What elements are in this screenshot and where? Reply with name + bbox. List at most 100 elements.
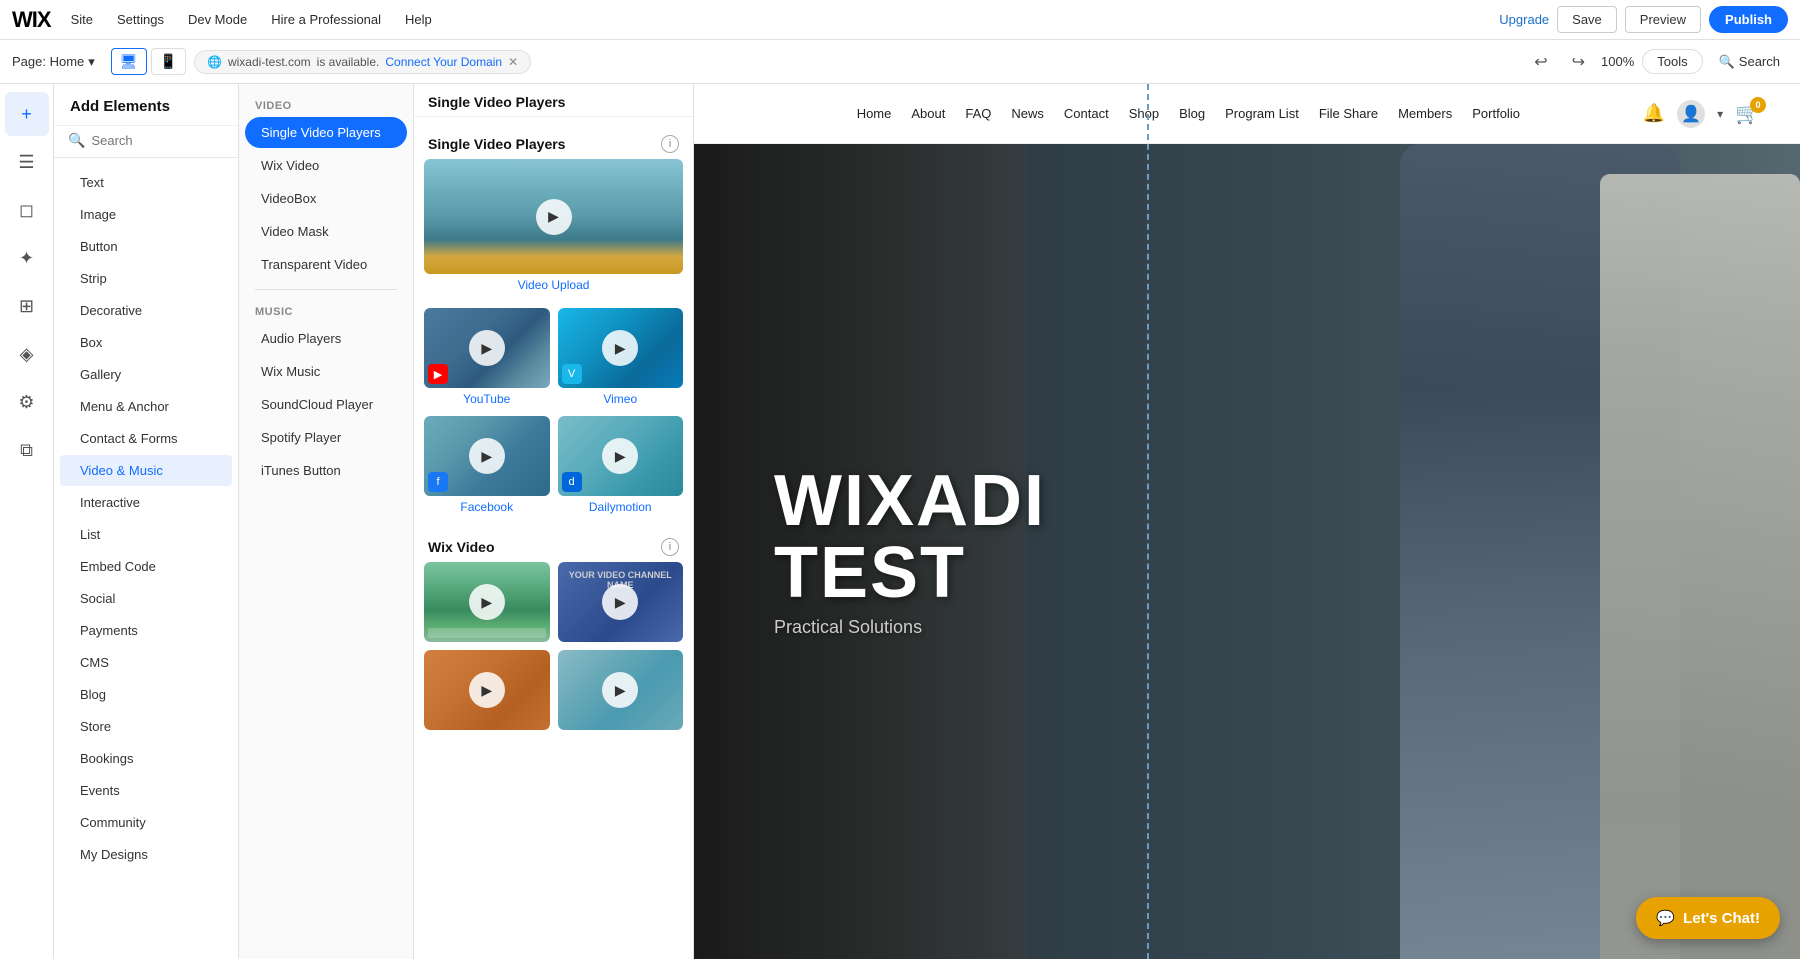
sub-item-wix-video[interactable]: Wix Video	[245, 150, 407, 181]
tools-label: Tools	[1657, 54, 1687, 69]
sidebar-item-layers[interactable]: ⧉	[5, 428, 49, 472]
nav-news[interactable]: News	[1011, 106, 1044, 121]
notification-bell-icon[interactable]: 🔔	[1643, 103, 1665, 124]
search-input[interactable]	[91, 133, 239, 148]
element-item-embed-code[interactable]: Embed Code	[60, 551, 232, 582]
element-item-store[interactable]: Store	[60, 711, 232, 742]
nav-contact[interactable]: Contact	[1064, 106, 1109, 121]
publish-button[interactable]: Publish	[1709, 6, 1788, 33]
wix-video-thumb-4: ▶	[558, 650, 684, 730]
hero-people-area	[1026, 144, 1800, 959]
preview-button[interactable]: Preview	[1625, 6, 1701, 33]
sidebar-item-add-elements[interactable]: +	[5, 92, 49, 136]
nav-about[interactable]: About	[911, 106, 945, 121]
info-icon[interactable]: i	[661, 135, 679, 153]
search-button[interactable]: 🔍 Search	[1711, 50, 1788, 74]
search-icon: 🔍	[68, 132, 85, 149]
sidebar-item-apps[interactable]: ⊞	[5, 284, 49, 328]
redo-button[interactable]: ↪	[1564, 48, 1593, 76]
nav-faq[interactable]: FAQ	[965, 106, 991, 121]
play-icon: ▶	[469, 584, 505, 620]
element-item-image[interactable]: Image	[60, 199, 232, 230]
wix-video-info-icon[interactable]: i	[661, 538, 679, 556]
sub-item-audio-players[interactable]: Audio Players	[245, 323, 407, 354]
element-item-decorative[interactable]: Decorative	[60, 295, 232, 326]
video-upload-card[interactable]: ▶ Video Upload	[424, 159, 683, 298]
sub-item-spotify[interactable]: Spotify Player	[245, 422, 407, 453]
save-button[interactable]: Save	[1557, 6, 1617, 33]
close-domain-icon[interactable]: ✕	[508, 55, 518, 69]
sub-item-soundcloud[interactable]: SoundCloud Player	[245, 389, 407, 420]
devmode-button[interactable]: Dev Mode	[180, 8, 255, 31]
add-elements-search[interactable]: 🔍 ? ✕	[54, 126, 238, 158]
element-item-box[interactable]: Box	[60, 327, 232, 358]
nav-blog[interactable]: Blog	[1179, 106, 1205, 121]
sidebar-item-media[interactable]: ◈	[5, 332, 49, 376]
sidebar-item-pages[interactable]: ☰	[5, 140, 49, 184]
element-item-contact-forms[interactable]: Contact & Forms	[60, 423, 232, 454]
dailymotion-card[interactable]: ▶ d Dailymotion	[558, 416, 684, 520]
nav-right-icons: 🔔 👤 ▾ 🛒 0	[1643, 100, 1760, 128]
sub-item-videobox[interactable]: VideoBox	[245, 183, 407, 214]
wix-video-card-4[interactable]: ▶	[558, 650, 684, 730]
vimeo-card[interactable]: ▶ V Vimeo	[558, 308, 684, 412]
hero-title: WIXADI TEST	[774, 465, 1046, 609]
youtube-label: YouTube	[424, 392, 550, 406]
chat-button[interactable]: 💬 Let's Chat!	[1636, 897, 1780, 939]
sub-item-wix-music[interactable]: Wix Music	[245, 356, 407, 387]
hire-professional-button[interactable]: Hire a Professional	[263, 8, 389, 31]
mobile-view-button[interactable]: 📱	[151, 48, 186, 75]
nav-members[interactable]: Members	[1398, 106, 1452, 121]
sidebar-item-theme[interactable]: ✦	[5, 236, 49, 280]
sub-item-video-mask[interactable]: Video Mask	[245, 216, 407, 247]
nav-shop[interactable]: Shop	[1129, 106, 1159, 121]
element-item-cms[interactable]: CMS	[60, 647, 232, 678]
add-elements-title: Add Elements	[54, 84, 238, 126]
element-item-my-designs[interactable]: My Designs	[60, 839, 232, 870]
nav-home[interactable]: Home	[857, 106, 892, 121]
element-item-payments[interactable]: Payments	[60, 615, 232, 646]
element-item-blog[interactable]: Blog	[60, 679, 232, 710]
sidebar-item-background[interactable]: ◻	[5, 188, 49, 232]
sidebar-item-settings[interactable]: ⚙	[5, 380, 49, 424]
element-item-video-music[interactable]: Video & Music	[60, 455, 232, 486]
sub-item-single-video[interactable]: Single Video Players	[245, 117, 407, 148]
tools-button[interactable]: Tools	[1642, 49, 1702, 74]
desktop-view-button[interactable]: 🖥	[111, 48, 147, 75]
element-item-text[interactable]: Text	[60, 167, 232, 198]
wix-video-card-1[interactable]: ▶	[424, 562, 550, 642]
site-menu-button[interactable]: Site	[63, 8, 101, 31]
elements-list: Text Image Button Strip Decorative Box G…	[54, 158, 238, 959]
element-item-social[interactable]: Social	[60, 583, 232, 614]
element-item-strip[interactable]: Strip	[60, 263, 232, 294]
upgrade-button[interactable]: Upgrade	[1499, 12, 1549, 27]
element-item-button[interactable]: Button	[60, 231, 232, 262]
element-item-menu-anchor[interactable]: Menu & Anchor	[60, 391, 232, 422]
element-item-gallery[interactable]: Gallery	[60, 359, 232, 390]
element-item-bookings[interactable]: Bookings	[60, 743, 232, 774]
avatar-chevron-icon[interactable]: ▾	[1717, 107, 1723, 121]
domain-badge: 🌐 wixadi-test.com is available. Connect …	[194, 50, 531, 74]
nav-portfolio[interactable]: Portfolio	[1472, 106, 1520, 121]
avatar[interactable]: 👤	[1677, 100, 1705, 128]
element-item-community[interactable]: Community	[60, 807, 232, 838]
sub-item-transparent-video[interactable]: Transparent Video	[245, 249, 407, 280]
help-button[interactable]: Help	[397, 8, 440, 31]
youtube-card[interactable]: ▶ ▶ YouTube	[424, 308, 550, 412]
wix-video-card-3[interactable]: ▶	[424, 650, 550, 730]
connect-domain-link[interactable]: Connect Your Domain	[385, 55, 502, 69]
element-item-events[interactable]: Events	[60, 775, 232, 806]
video-section-label: VIDEO	[239, 92, 413, 116]
sub-item-itunes[interactable]: iTunes Button	[245, 455, 407, 486]
layers-icon: ⧉	[20, 440, 33, 461]
page-selector[interactable]: Page: Home ▾	[12, 54, 95, 70]
facebook-card[interactable]: ▶ f Facebook	[424, 416, 550, 520]
wix-video-card-2[interactable]: YOUR VIDEO CHANNEL NAME ▶	[558, 562, 684, 642]
element-item-interactive[interactable]: Interactive	[60, 487, 232, 518]
nav-program-list[interactable]: Program List	[1225, 106, 1299, 121]
nav-file-share[interactable]: File Share	[1319, 106, 1378, 121]
play-icon: ▶	[469, 672, 505, 708]
element-item-list[interactable]: List	[60, 519, 232, 550]
settings-menu-button[interactable]: Settings	[109, 8, 172, 31]
undo-button[interactable]: ↩	[1526, 48, 1555, 76]
